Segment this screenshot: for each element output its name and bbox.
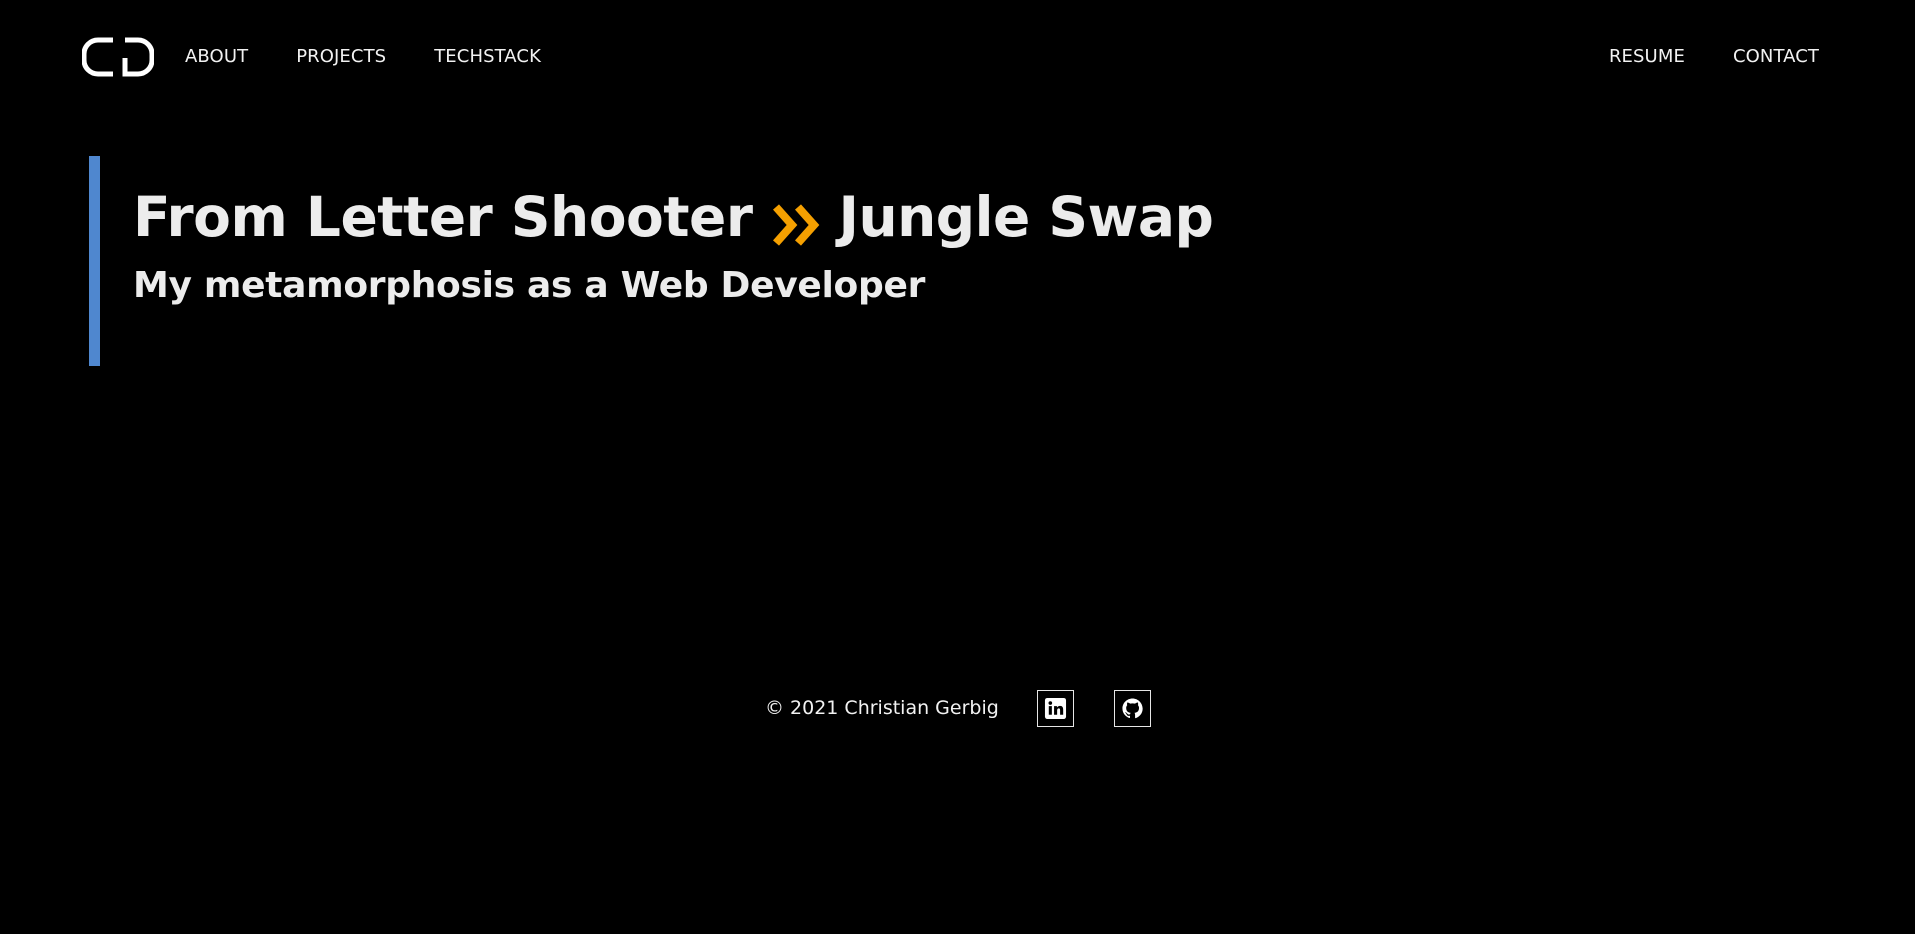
nav-projects-link[interactable]: PROJECTS xyxy=(296,46,386,67)
title-to-text: Jungle Swap xyxy=(838,185,1214,249)
title-from-text: From Letter Shooter xyxy=(133,185,753,249)
nav-about-link[interactable]: ABOUT xyxy=(185,46,248,67)
nav-contact-link[interactable]: CONTACT xyxy=(1733,46,1819,67)
linkedin-icon[interactable] xyxy=(1036,689,1074,727)
nav-techstack-link[interactable]: TECHSTACK xyxy=(434,46,541,67)
page-title: From Letter Shooter Jungle Swap xyxy=(133,184,1214,250)
footer-content: © 2021 Christian Gerbig xyxy=(765,688,1151,728)
page-subtitle: My metamorphosis as a Web Developer xyxy=(133,265,926,306)
site-header: ABOUT PROJECTS TECHSTACK RESUME CONTACT xyxy=(0,0,1915,116)
primary-nav: ABOUT PROJECTS TECHSTACK xyxy=(185,46,589,67)
hero-section: From Letter Shooter Jungle Swap My metam… xyxy=(89,156,1214,366)
copyright-text: © 2021 Christian Gerbig xyxy=(765,697,999,719)
double-chevron-right-icon xyxy=(772,195,826,246)
github-icon[interactable] xyxy=(1113,689,1151,727)
page: ABOUT PROJECTS TECHSTACK RESUME CONTACT … xyxy=(0,0,1915,934)
nav-resume-link[interactable]: RESUME xyxy=(1609,46,1685,67)
cd-logo-icon[interactable] xyxy=(81,36,155,78)
secondary-nav: RESUME CONTACT xyxy=(1561,46,1819,67)
site-footer: © 2021 Christian Gerbig xyxy=(0,688,1915,728)
